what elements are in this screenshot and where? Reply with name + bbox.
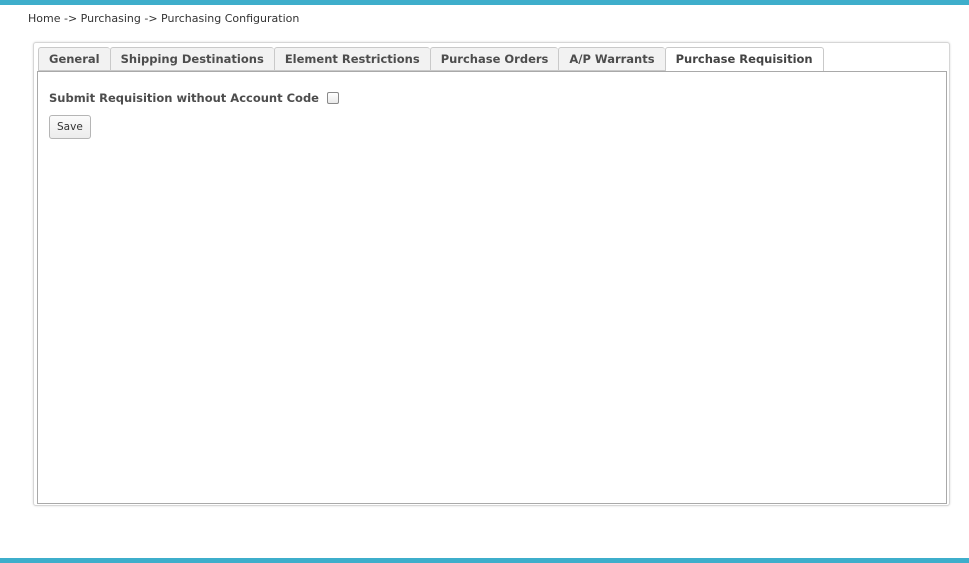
save-button[interactable]: Save — [49, 115, 91, 139]
submit-without-account-label: Submit Requisition without Account Code — [49, 91, 319, 105]
tab-general[interactable]: General — [38, 47, 110, 71]
bottom-accent-bar — [0, 558, 969, 563]
tab-purchase-orders[interactable]: Purchase Orders — [429, 47, 559, 71]
submit-without-account-checkbox[interactable] — [326, 92, 339, 104]
breadcrumb: Home -> Purchasing -> Purchasing Configu… — [28, 12, 300, 25]
tab-ap-warrants[interactable]: A/P Warrants — [558, 47, 665, 71]
submit-without-account-row: Submit Requisition without Account Code — [49, 91, 339, 105]
tab-strip: General Shipping Destinations Element Re… — [38, 47, 824, 72]
configuration-panel: General Shipping Destinations Element Re… — [33, 42, 950, 506]
top-accent-bar — [0, 0, 969, 5]
tab-shipping-destinations[interactable]: Shipping Destinations — [109, 47, 274, 71]
tab-purchase-requisition[interactable]: Purchase Requisition — [664, 47, 824, 72]
tab-element-restrictions[interactable]: Element Restrictions — [273, 47, 430, 71]
tab-content-purchase-requisition: Submit Requisition without Account Code … — [37, 71, 947, 504]
